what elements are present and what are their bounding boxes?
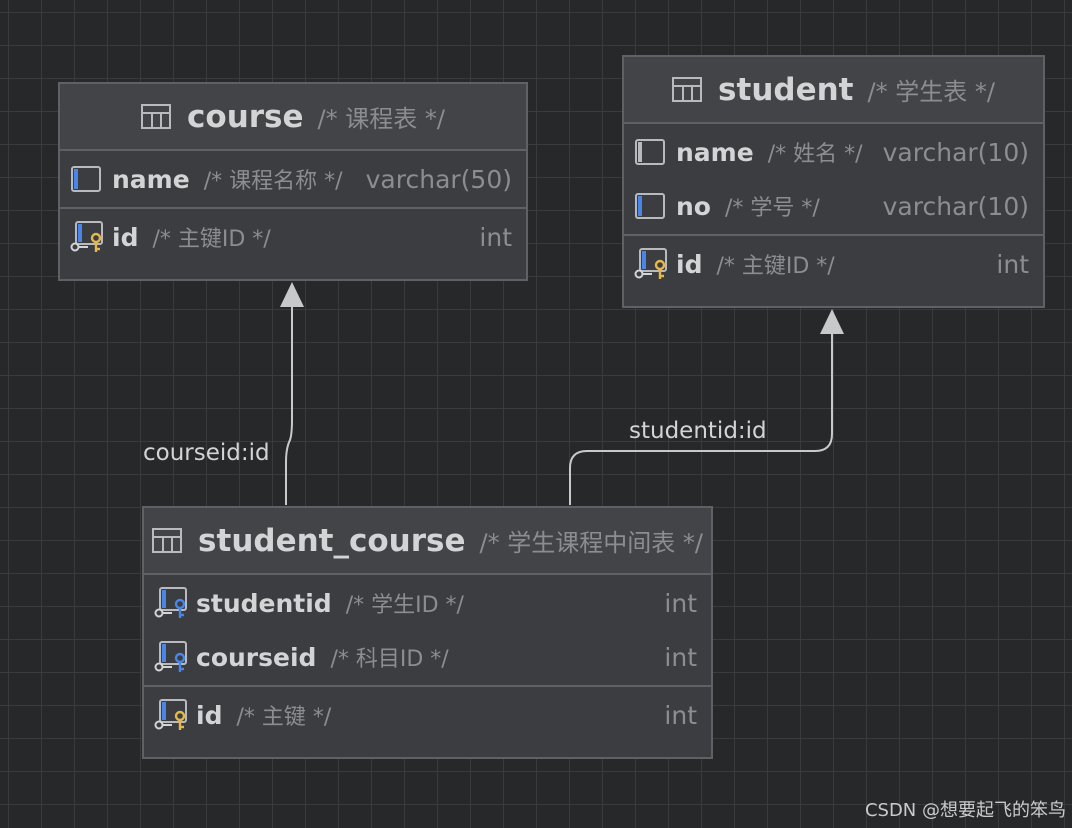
course-table[interactable]: course /* 课程表 */ name /* 课程名称 */ varchar… — [58, 82, 528, 281]
studentid-relation-line[interactable] — [569, 323, 833, 505]
foreign-key-icon — [154, 641, 190, 673]
column-row-courseid[interactable]: courseid /* 科目ID */ int — [144, 630, 711, 684]
courseid-relation-line[interactable] — [285, 298, 293, 505]
column-name: courseid — [196, 642, 317, 672]
column-row-no[interactable]: no /* 学号 */ varchar(10) — [624, 179, 1043, 233]
key-row-id[interactable]: id /* 主键 */ int — [144, 688, 711, 742]
table-icon — [141, 104, 172, 129]
column-type: int — [664, 588, 697, 618]
course-keys: id /* 主键ID */ int — [60, 207, 526, 265]
primary-key-icon — [634, 248, 670, 280]
column-icon — [634, 139, 670, 165]
key-comment: /* 主键ID */ — [152, 227, 271, 252]
student-table-header[interactable]: student /* 学生表 */ — [624, 57, 1043, 124]
column-comment: /* 学生ID */ — [345, 593, 464, 618]
student-table[interactable]: student /* 学生表 */ name /* 姓名 */ varchar(… — [622, 55, 1045, 308]
key-type: int — [664, 700, 697, 730]
column-type: int — [664, 642, 697, 672]
column-comment: /* 学号 */ — [724, 196, 820, 221]
student-course-columns: studentid /* 学生ID */ int courseid /* 科目I… — [144, 575, 711, 685]
student-course-table-name: student_course — [198, 522, 466, 559]
student-keys: id /* 主键ID */ int — [624, 234, 1043, 292]
column-icon — [634, 193, 670, 219]
column-comment: /* 科目ID */ — [330, 647, 449, 672]
student-arrowhead — [820, 309, 844, 334]
key-name: id — [196, 700, 223, 730]
student-course-table-header[interactable]: student_course /* 学生课程中间表 */ — [144, 508, 711, 575]
watermark: CSDN @想要起飞的笨鸟 — [864, 800, 1066, 821]
column-comment: /* 课程名称 */ — [203, 169, 343, 194]
column-name: no — [676, 191, 711, 221]
column-row-name[interactable]: name /* 姓名 */ varchar(10) — [624, 125, 1043, 179]
course-table-name: course — [187, 98, 304, 135]
course-columns: name /* 课程名称 */ varchar(50) — [60, 151, 526, 207]
column-name: name — [112, 164, 190, 194]
key-name: id — [112, 222, 139, 252]
student-course-table-comment: /* 学生课程中间表 */ — [479, 529, 703, 557]
courseid-relation-label: courseid:id — [143, 440, 270, 466]
student-course-keys: id /* 主键 */ int — [144, 685, 711, 743]
student-course-table[interactable]: student_course /* 学生课程中间表 */ studentid /… — [142, 506, 713, 759]
column-icon — [70, 166, 106, 192]
column-name: studentid — [196, 588, 332, 618]
course-table-header[interactable]: course /* 课程表 */ — [60, 84, 526, 151]
table-icon — [152, 528, 183, 553]
student-table-name: student — [718, 71, 854, 108]
column-row-studentid[interactable]: studentid /* 学生ID */ int — [144, 576, 711, 630]
student-columns: name /* 姓名 */ varchar(10) no /* 学号 */ va… — [624, 124, 1043, 234]
primary-key-icon — [70, 221, 106, 253]
key-row-id[interactable]: id /* 主键ID */ int — [60, 210, 526, 264]
key-name: id — [676, 249, 703, 279]
course-table-comment: /* 课程表 */ — [317, 105, 445, 133]
primary-key-icon — [154, 699, 190, 731]
table-icon — [672, 77, 703, 102]
student-table-comment: /* 学生表 */ — [867, 78, 995, 106]
key-comment: /* 主键ID */ — [716, 254, 835, 279]
key-comment: /* 主键 */ — [236, 705, 332, 730]
column-row-name[interactable]: name /* 课程名称 */ varchar(50) — [60, 152, 526, 206]
column-name: name — [676, 137, 754, 167]
column-type: varchar(50) — [365, 164, 512, 194]
course-arrowhead — [280, 282, 304, 307]
key-type: int — [479, 222, 512, 252]
key-row-id[interactable]: id /* 主键ID */ int — [624, 237, 1043, 291]
column-type: varchar(10) — [882, 191, 1029, 221]
column-comment: /* 姓名 */ — [767, 142, 863, 167]
column-type: varchar(10) — [882, 137, 1029, 167]
key-type: int — [996, 249, 1029, 279]
foreign-key-icon — [154, 587, 190, 619]
studentid-relation-label: studentid:id — [629, 418, 767, 444]
